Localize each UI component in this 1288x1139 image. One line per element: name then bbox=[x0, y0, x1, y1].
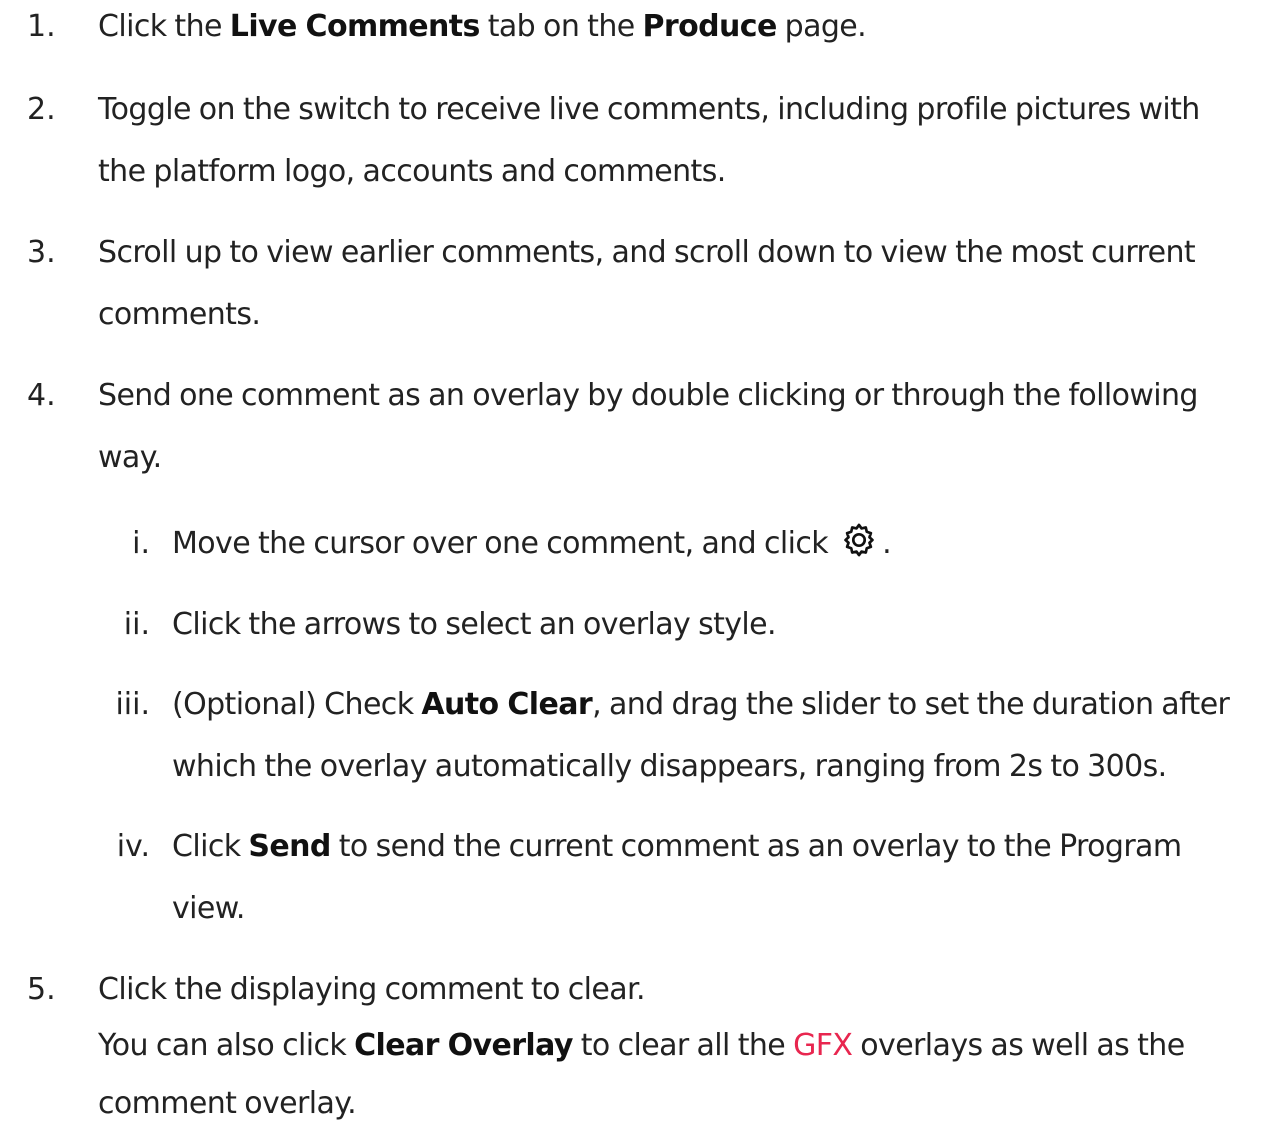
substep-i-number: i. bbox=[132, 526, 150, 561]
step-2-line-1: Toggle on the switch to receive live com… bbox=[98, 92, 1200, 127]
send-term: Send bbox=[248, 829, 331, 864]
live-comments-term: Live Comments bbox=[229, 9, 481, 44]
step-2-number: 2. bbox=[27, 92, 56, 127]
clear-overlay-term: Clear Overlay bbox=[354, 1028, 573, 1063]
substep-i-text: Move the cursor over one comment, and cl… bbox=[172, 517, 892, 577]
step-1-text: Click the Live Comments tab on the Produ… bbox=[98, 9, 867, 44]
substep-iii-number: iii. bbox=[115, 687, 150, 722]
step-3-number: 3. bbox=[27, 235, 56, 270]
instructions-page: 1. Click the Live Comments tab on the Pr… bbox=[0, 0, 1288, 1139]
substep-iii-line-2: which the overlay automatically disappea… bbox=[172, 749, 1167, 784]
substep-ii-number: ii. bbox=[123, 607, 150, 642]
gear-icon bbox=[840, 521, 878, 577]
gfx-link[interactable]: GFX bbox=[793, 1028, 853, 1063]
substep-ii-text: Click the arrows to select an overlay st… bbox=[172, 607, 777, 642]
step-1-number: 1. bbox=[27, 9, 56, 44]
step-5-line-1: Click the displaying comment to clear. bbox=[98, 972, 646, 1007]
step-3-line-1: Scroll up to view earlier comments, and … bbox=[98, 235, 1196, 270]
step-5-line-2: You can also click Clear Overlay to clea… bbox=[98, 1028, 1185, 1063]
substep-iv-line-2: view. bbox=[172, 891, 245, 926]
step-5-number: 5. bbox=[27, 972, 56, 1007]
step-4-number: 4. bbox=[27, 378, 56, 413]
step-3-line-2: comments. bbox=[98, 297, 261, 332]
substep-iii-line-1: (Optional) Check Auto Clear, and drag th… bbox=[172, 687, 1230, 722]
substep-iv-number: iv. bbox=[116, 829, 150, 864]
auto-clear-term: Auto Clear bbox=[421, 687, 593, 722]
substep-iv-line-1: Click Send to send the current comment a… bbox=[172, 829, 1182, 864]
step-4-line-2: way. bbox=[98, 440, 162, 475]
step-5-line-3: comment overlay. bbox=[98, 1086, 357, 1121]
step-2-line-2: the platform logo, accounts and comments… bbox=[98, 154, 726, 189]
produce-term: Produce bbox=[642, 9, 778, 44]
step-4-line-1: Send one comment as an overlay by double… bbox=[98, 378, 1198, 413]
